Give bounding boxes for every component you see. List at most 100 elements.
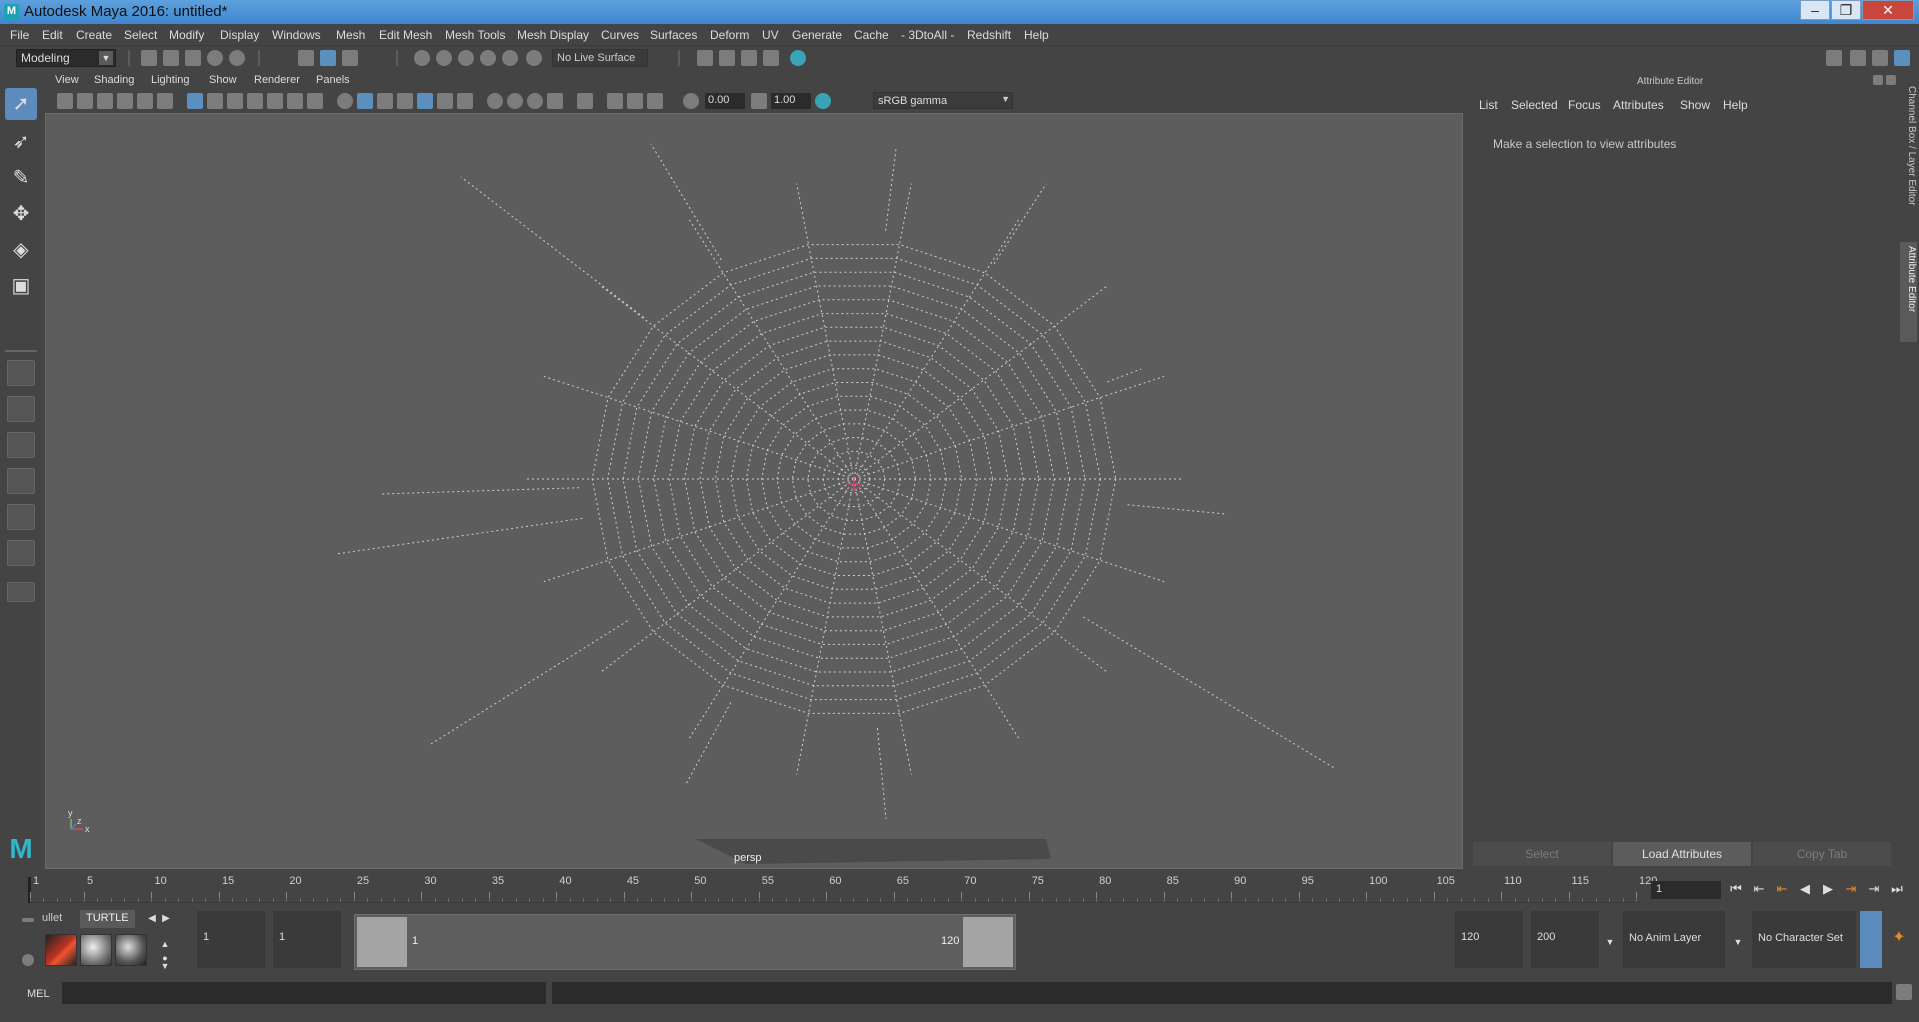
motion-blur-icon[interactable]	[507, 93, 523, 109]
ae-menu-selected[interactable]: Selected	[1511, 98, 1558, 112]
snap-point-icon[interactable]	[458, 50, 474, 66]
close-panel-icon[interactable]	[1886, 75, 1896, 85]
persp-uv-layout-icon[interactable]	[7, 504, 35, 530]
lasso-tool-icon[interactable]: ➶	[5, 126, 37, 158]
bookmark-icon[interactable]	[97, 93, 113, 109]
wireframe-on-shaded-icon[interactable]	[397, 93, 413, 109]
scale-tool-icon[interactable]: ▣	[5, 270, 37, 302]
load-attributes-button[interactable]: Load Attributes	[1613, 842, 1751, 866]
exposure-icon[interactable]	[683, 93, 699, 109]
persp-outliner-layout-icon[interactable]	[7, 432, 35, 458]
range-slider[interactable]: 1 120	[354, 914, 1016, 970]
grid-icon[interactable]	[187, 93, 203, 109]
layout-more-icon[interactable]	[7, 582, 35, 602]
script-editor-icon[interactable]	[1896, 984, 1912, 1000]
command-input[interactable]	[62, 982, 546, 1004]
menu-mesh[interactable]: Mesh	[336, 28, 365, 42]
render-settings-icon[interactable]	[763, 50, 779, 66]
new-scene-icon[interactable]	[141, 50, 157, 66]
copy-tab-button[interactable]: Copy Tab	[1753, 842, 1891, 866]
restore-button[interactable]: ❐	[1831, 0, 1861, 20]
outliner-toggle-icon[interactable]	[1850, 50, 1866, 66]
camera-overscan-icon[interactable]	[647, 93, 663, 109]
close-button[interactable]: ✕	[1862, 0, 1914, 20]
four-view-layout-icon[interactable]	[7, 396, 35, 422]
turtle-render-icon[interactable]	[45, 934, 77, 966]
animation-start-field[interactable]: 1	[197, 911, 265, 968]
float-panel-icon[interactable]	[1873, 75, 1883, 85]
menu-generate[interactable]: Generate	[792, 28, 842, 42]
snap-curve-icon[interactable]	[436, 50, 452, 66]
make-live-icon[interactable]	[526, 50, 542, 66]
use-all-lights-icon[interactable]	[437, 93, 453, 109]
color-management-icon[interactable]	[815, 93, 831, 109]
ipr-render-icon[interactable]	[741, 50, 757, 66]
field-chart-icon[interactable]	[267, 93, 283, 109]
ae-menu-attributes[interactable]: Attributes	[1613, 98, 1664, 112]
step-forward-key-icon[interactable]: ⇥	[1843, 881, 1859, 897]
menu-curves[interactable]: Curves	[601, 28, 639, 42]
tab-channel-box[interactable]: Channel Box / Layer Editor	[1900, 82, 1917, 232]
view-transform-dropdown[interactable]: sRGB gamma ▼	[873, 92, 1013, 109]
open-scene-icon[interactable]	[163, 50, 179, 66]
smooth-shade-icon[interactable]	[357, 93, 373, 109]
ae-menu-help[interactable]: Help	[1723, 98, 1748, 112]
single-perspective-layout-icon[interactable]	[7, 360, 35, 386]
live-surface-field[interactable]: No Live Surface	[552, 49, 648, 67]
redo-icon[interactable]	[229, 50, 245, 66]
playback-end-field[interactable]: 120	[1455, 911, 1523, 968]
menu-deform[interactable]: Deform	[710, 28, 749, 42]
menu-uv[interactable]: UV	[762, 28, 779, 42]
ae-menu-focus[interactable]: Focus	[1568, 98, 1601, 112]
go-to-start-icon[interactable]: ⏮	[1728, 881, 1744, 897]
image-plane-icon[interactable]	[117, 93, 133, 109]
menu-redshift[interactable]: Redshift	[967, 28, 1011, 42]
tab-attribute-editor[interactable]: Attribute Editor	[1900, 242, 1917, 342]
undo-icon[interactable]	[207, 50, 223, 66]
hypershade-layout-icon[interactable]	[7, 540, 35, 566]
menu-mesh-display[interactable]: Mesh Display	[517, 28, 589, 42]
shelf-menu-icon[interactable]	[22, 918, 34, 922]
grease-pencil-icon[interactable]	[157, 93, 173, 109]
paint-select-tool-icon[interactable]: ✎	[5, 162, 37, 194]
save-scene-icon[interactable]	[185, 50, 201, 66]
go-to-end-icon[interactable]: ⏭	[1889, 881, 1905, 897]
safe-action-icon[interactable]	[287, 93, 303, 109]
ae-menu-show[interactable]: Show	[1680, 98, 1710, 112]
animation-end-field[interactable]: 200	[1531, 911, 1599, 968]
range-start-handle[interactable]	[357, 917, 407, 967]
menu-select[interactable]: Select	[124, 28, 157, 42]
select-component-icon[interactable]	[342, 50, 358, 66]
command-language-label[interactable]: MEL	[27, 988, 50, 1000]
channel-box-toggle-icon[interactable]	[1894, 50, 1910, 66]
panel-menu-renderer[interactable]: Renderer	[254, 74, 300, 86]
panel-menu-show[interactable]: Show	[209, 74, 237, 86]
snap-grid-icon[interactable]	[414, 50, 430, 66]
menu-edit-mesh[interactable]: Edit Mesh	[379, 28, 432, 42]
move-tool-icon[interactable]: ✥	[5, 198, 37, 230]
camera-attributes-icon[interactable]	[77, 93, 93, 109]
turtle-bake-icon[interactable]	[80, 934, 112, 966]
isolate-select-icon[interactable]	[577, 93, 593, 109]
xray-icon[interactable]	[417, 93, 433, 109]
mode-selector[interactable]: Modeling ▼	[16, 49, 116, 67]
menu-file[interactable]: File	[10, 28, 29, 42]
wireframe-icon[interactable]	[337, 93, 353, 109]
snap-view-plane-icon[interactable]	[480, 50, 496, 66]
anim-layer-chevron-icon[interactable]: ▼	[1730, 934, 1746, 950]
shadows-icon[interactable]	[457, 93, 473, 109]
playback-start-field[interactable]: 1	[273, 911, 341, 968]
menu-help[interactable]: Help	[1024, 28, 1049, 42]
persp-graph-layout-icon[interactable]	[7, 468, 35, 494]
time-slider-track[interactable]: 1 5 10 15 20 25 30 35 40 45 50 55 60 65 70 75 80 85 90 95 10…	[28, 873, 1657, 903]
shelf-tab-turtle[interactable]: TURTLE	[80, 910, 135, 928]
render-current-frame-icon[interactable]	[719, 50, 735, 66]
menu-modify[interactable]: Modify	[169, 28, 204, 42]
menu-display[interactable]: Display	[220, 28, 259, 42]
menu-windows[interactable]: Windows	[272, 28, 321, 42]
hypershade-icon[interactable]	[790, 50, 806, 66]
panel-menu-shading[interactable]: Shading	[94, 74, 134, 86]
step-back-frame-icon[interactable]: ⇤	[1751, 881, 1767, 897]
select-tool-icon[interactable]: ➚	[5, 88, 37, 120]
shelf-down-icon[interactable]: ▼	[157, 958, 173, 974]
